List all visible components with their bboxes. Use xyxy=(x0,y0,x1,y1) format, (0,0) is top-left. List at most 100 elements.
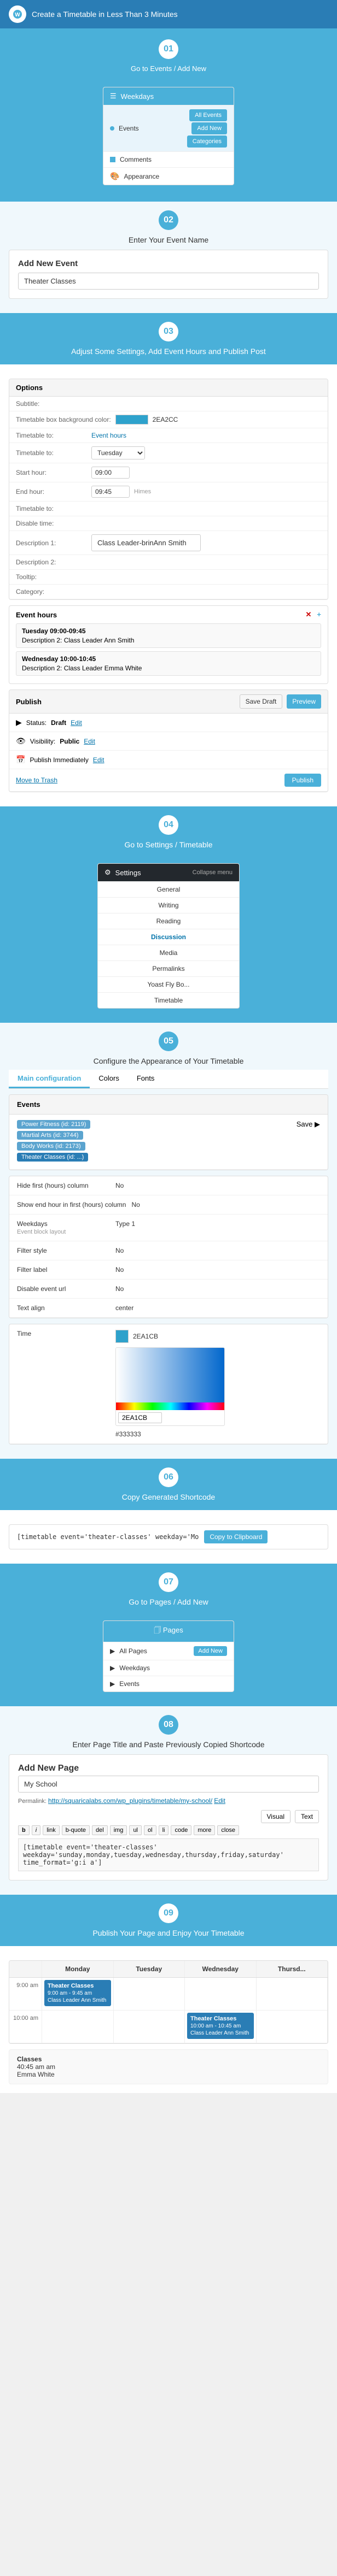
tab-colors[interactable]: Colors xyxy=(90,1070,128,1088)
nav-reading[interactable]: Reading xyxy=(98,913,239,929)
options-box: Options Subtitle: Timetable box backgrou… xyxy=(9,379,328,600)
color-picker[interactable] xyxy=(115,1347,225,1426)
description1-input[interactable] xyxy=(91,534,201,551)
event-power-fitness: Power Fitness (id: 2119) xyxy=(17,1120,282,1129)
status-edit-link[interactable]: Edit xyxy=(71,719,82,727)
cell-tue-900 xyxy=(114,1978,185,2010)
header-title: Create a Timetable in Less Than 3 Minute… xyxy=(32,10,178,19)
step3-circle: 03 xyxy=(159,322,178,341)
toolbar-ul[interactable]: ul xyxy=(129,1825,142,1835)
toolbar-img[interactable]: img xyxy=(110,1825,127,1835)
toolbar-code[interactable]: code xyxy=(171,1825,191,1835)
step9-circle: 09 xyxy=(159,1903,178,1923)
sidebar-item-events[interactable]: Events All Events Add New Categories xyxy=(103,105,234,151)
nav-yoast[interactable]: Yoast Fly Bo... xyxy=(98,976,239,992)
step1-nav-header: ☰ Weekdays xyxy=(103,87,234,105)
move-to-trash-link[interactable]: Move to Trash xyxy=(16,776,57,784)
time-color-swatch[interactable] xyxy=(115,1330,129,1343)
toolbar-bquote[interactable]: b-quote xyxy=(62,1825,90,1835)
color-hue-bar[interactable] xyxy=(116,1402,225,1410)
timetable-day-select[interactable]: Tuesday Monday Wednesday xyxy=(91,446,145,459)
cell-mon-900: Theater Classes 9:00 am - 9:45 am Class … xyxy=(42,1978,114,2010)
end-hour-input[interactable] xyxy=(91,486,130,498)
save-note: Save ▶ xyxy=(287,1120,320,1129)
toolbar-close[interactable]: close xyxy=(217,1825,239,1835)
color-hex-input[interactable] xyxy=(118,1412,162,1423)
add-new-item[interactable]: Add New xyxy=(191,122,227,134)
timetable-to-row: Timetable to: Event hours xyxy=(9,428,328,443)
add-new-page-btn[interactable]: Add New xyxy=(194,1646,227,1656)
visibility-row: 👁 Visibility: Public Edit xyxy=(9,732,328,751)
hours-row-0-desc: Description 2: Class Leader Ann Smith xyxy=(22,636,315,644)
publish-edit-link[interactable]: Edit xyxy=(93,756,104,764)
hours-row-1: Wednesday 10:00-10:45 Description 2: Cla… xyxy=(16,651,321,676)
category-row: Category: xyxy=(9,585,328,599)
copy-shortcode-btn[interactable]: Copy to Clipboard xyxy=(204,1530,268,1543)
nav-discussion[interactable]: Discussion xyxy=(98,929,239,945)
nav-events[interactable]: ▶ Events xyxy=(103,1676,234,1691)
publish-btn[interactable]: Publish xyxy=(284,774,321,787)
svg-text:W: W xyxy=(15,12,20,18)
event-theater-mon[interactable]: Theater Classes 9:00 am - 9:45 am Class … xyxy=(44,1980,111,2006)
color-swatch[interactable] xyxy=(115,415,148,425)
color-gradient[interactable] xyxy=(116,1348,225,1402)
visibility-icon: 👁 xyxy=(16,736,26,746)
event-time: 9:00 am - 9:45 am xyxy=(48,1990,108,1997)
filter-label-row: Filter label No xyxy=(9,1260,328,1280)
preview-btn[interactable]: Preview xyxy=(287,694,321,709)
toolbar-bold[interactable]: b xyxy=(18,1825,30,1835)
step5-title: Configure the Appearance of Your Timetab… xyxy=(9,1057,328,1065)
nav-general[interactable]: General xyxy=(98,881,239,897)
step4-header: 04 Go to Settings / Timetable ⚙ Settings… xyxy=(0,806,337,1023)
sidebar-item-appearance[interactable]: 🎨 Appearance xyxy=(103,167,234,185)
visual-btn[interactable]: Visual xyxy=(261,1810,290,1823)
nav-timetable[interactable]: Timetable xyxy=(98,992,239,1008)
permalink-url: http://squaricalabs.com/wp_plugins/timet… xyxy=(48,1797,212,1805)
collapse-label[interactable]: Collapse menu xyxy=(193,869,233,876)
remove-hour-btn[interactable]: ✕ xyxy=(306,610,312,619)
all-events-item[interactable]: All Events xyxy=(189,109,227,121)
toolbar-italic[interactable]: i xyxy=(32,1825,40,1835)
comments-icon xyxy=(110,157,115,162)
sidebar-item-comments[interactable]: Comments xyxy=(103,151,234,167)
color-hex-row xyxy=(116,1410,224,1425)
nav-writing[interactable]: Writing xyxy=(98,897,239,913)
toolbar-ol[interactable]: ol xyxy=(144,1825,156,1835)
publish-time-row: 📅 Publish Immediately Edit xyxy=(9,751,328,769)
tab-main-config[interactable]: Main configuration xyxy=(9,1070,90,1088)
nav-media[interactable]: Media xyxy=(98,945,239,960)
permalink-edit-link[interactable]: Edit xyxy=(214,1797,225,1805)
add-hour-btn[interactable]: + xyxy=(317,610,321,619)
nav-weekdays[interactable]: ▶ Weekdays xyxy=(103,1660,234,1676)
color-secondary-display: #333333 xyxy=(115,1430,320,1438)
visibility-edit-link[interactable]: Edit xyxy=(84,738,95,745)
cell-mon-1000 xyxy=(42,2011,114,2043)
step5-section: 05 Configure the Appearance of Your Time… xyxy=(0,1023,337,1459)
start-hour-row: Start hour: xyxy=(9,463,328,482)
event-hours-section: Event hours ✕ + Tuesday 09:00-09:45 Desc… xyxy=(9,606,328,683)
events-section-title: Events xyxy=(9,1095,328,1115)
nav-permalinks[interactable]: Permalinks xyxy=(98,960,239,976)
event-theater-wed[interactable]: Theater Classes 10:00 am - 10:45 am Clas… xyxy=(187,2013,254,2039)
show-end-hour-row: Show end hour in first (hours) column No xyxy=(9,1195,328,1215)
categories-item[interactable]: Categories xyxy=(187,135,227,148)
toolbar-li[interactable]: li xyxy=(159,1825,169,1835)
step2-title: Enter Your Event Name xyxy=(9,235,328,244)
page-title-input[interactable] xyxy=(18,1776,319,1793)
editor-content-area[interactable]: [timetable event='theater-classes' weekd… xyxy=(18,1838,319,1871)
text-btn[interactable]: Text xyxy=(295,1810,319,1823)
nav-all-pages[interactable]: ▶ All Pages Add New xyxy=(103,1642,234,1660)
tab-fonts[interactable]: Fonts xyxy=(128,1070,164,1088)
hours-row-0: Tuesday 09:00-09:45 Description 2: Class… xyxy=(16,623,321,648)
step4-title: Go to Settings / Timetable xyxy=(9,840,328,849)
save-draft-btn[interactable]: Save Draft xyxy=(240,694,283,709)
toolbar-del[interactable]: del xyxy=(92,1825,108,1835)
col-header-monday: Monday xyxy=(42,1961,114,1977)
event-body-works: Body Works (id: 2173) xyxy=(17,1142,282,1151)
toolbar-more[interactable]: more xyxy=(194,1825,215,1835)
page-editor: Add New Page Permalink: http://squarical… xyxy=(9,1754,328,1881)
toolbar-link[interactable]: link xyxy=(43,1825,60,1835)
publish-box: Publish Save Draft Preview ▶ Status: Dra… xyxy=(9,689,328,792)
event-name-input[interactable] xyxy=(18,273,319,290)
start-hour-input[interactable] xyxy=(91,467,130,479)
